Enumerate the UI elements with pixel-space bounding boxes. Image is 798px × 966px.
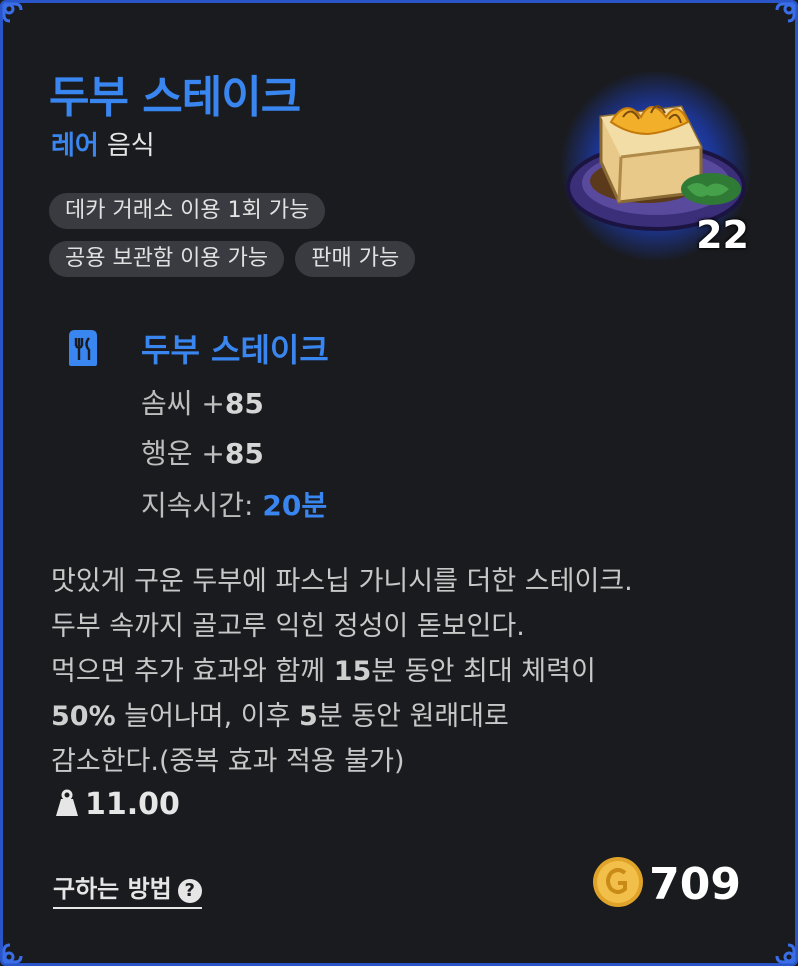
corner-ornament-icon (763, 1, 797, 35)
gold-coin-icon (593, 857, 644, 907)
rarity-label: 레어 (51, 131, 99, 161)
item-image-container: 22 (543, 63, 763, 263)
item-description: 맛있게 구운 두부에 파스닙 가니시를 더한 스테이크. 두부 속까지 골고루 … (51, 566, 633, 777)
effect-name: 두부 스테이크 (141, 331, 329, 369)
item-tooltip-card: 두부 스테이크 레어 음식 데카 거래소 이용 1회 가능 공용 보관함 이용 가… (0, 0, 798, 966)
item-type-label: 음식 (106, 131, 155, 161)
item-subtitle: 레어 음식 (51, 125, 155, 162)
stat-luck: 행운 +85 (141, 437, 264, 470)
item-weight: 11.00 (55, 787, 180, 822)
corner-ornament-icon (763, 931, 797, 965)
stat-duration: 지속시간: 20분 (141, 489, 328, 522)
help-icon[interactable]: ? (177, 879, 202, 903)
corner-ornament-icon (1, 1, 35, 35)
tag-exchange: 데카 거래소 이용 1회 가능 (49, 193, 326, 229)
tag-list: 데카 거래소 이용 1회 가능 공용 보관함 이용 가능 판매 가능 (49, 193, 529, 289)
how-to-obtain-link[interactable]: 구하는 방법? (53, 869, 202, 909)
food-icon (69, 330, 97, 366)
item-title: 두부 스테이크 (49, 72, 301, 123)
item-price: 709 (591, 855, 741, 910)
weight-icon (56, 789, 78, 816)
tag-shared-storage: 공용 보관함 이용 가능 (49, 241, 285, 277)
item-count: 22 (696, 213, 749, 257)
stat-skill: 솜씨 +85 (141, 387, 264, 420)
corner-ornament-icon (1, 931, 35, 965)
tag-sellable: 판매 가능 (295, 241, 416, 277)
